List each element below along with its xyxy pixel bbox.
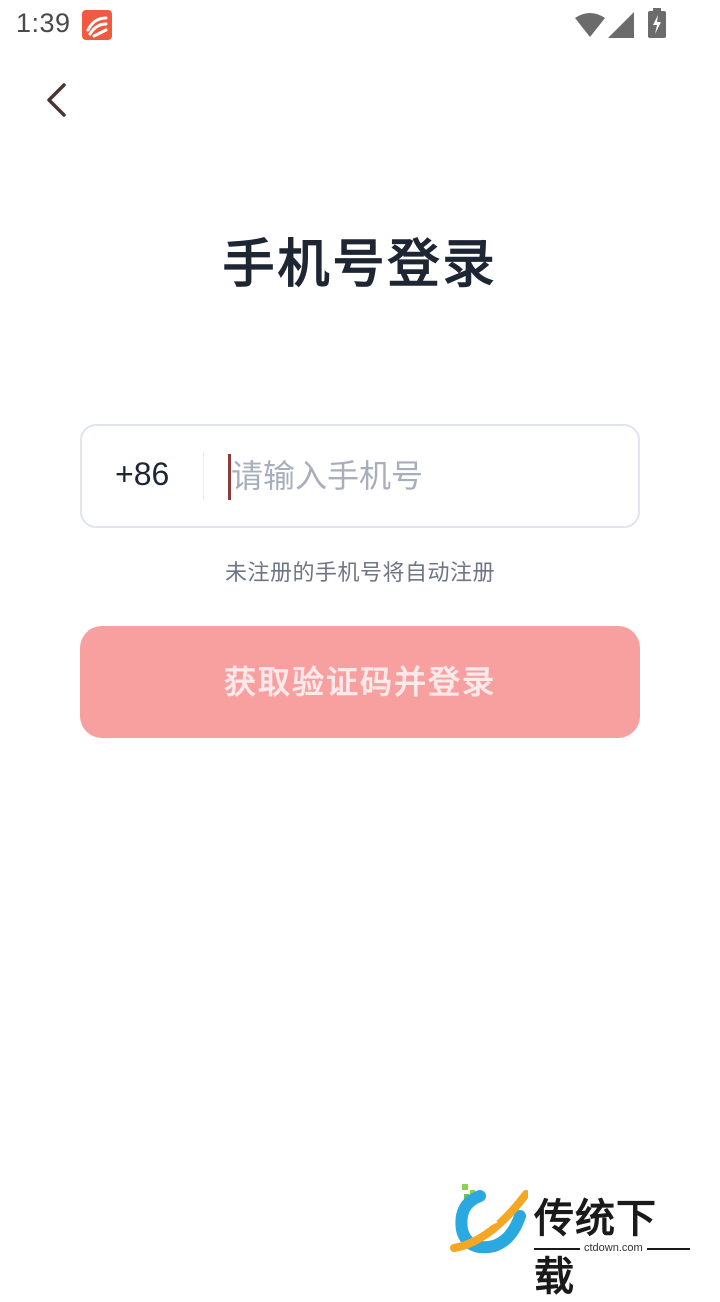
watermark: 传统下载 ctdown.com <box>446 1182 696 1300</box>
country-code-selector[interactable]: +86 <box>115 456 169 493</box>
auto-register-hint: 未注册的手机号将自动注册 <box>224 561 495 586</box>
watermark-domain: ctdown.com <box>580 1242 647 1254</box>
chevron-left-icon <box>30 83 80 130</box>
cell-signal-icon <box>608 12 634 38</box>
status-bar: 1:39 <box>0 0 720 50</box>
app-notification-icon <box>82 10 112 40</box>
battery-charging-icon <box>647 8 667 38</box>
back-button[interactable] <box>30 76 80 126</box>
phone-number-input[interactable] <box>227 448 621 504</box>
watermark-logo-icon <box>450 1182 530 1256</box>
wifi-icon <box>575 12 605 38</box>
get-code-and-login-button[interactable]: 获取验证码并登录 <box>80 626 640 738</box>
input-divider <box>203 452 204 500</box>
phone-input-container[interactable]: +86 <box>80 424 640 528</box>
text-cursor <box>228 454 231 500</box>
page-title: 手机号登录 <box>222 235 498 295</box>
status-time: 1:39 <box>16 8 71 38</box>
